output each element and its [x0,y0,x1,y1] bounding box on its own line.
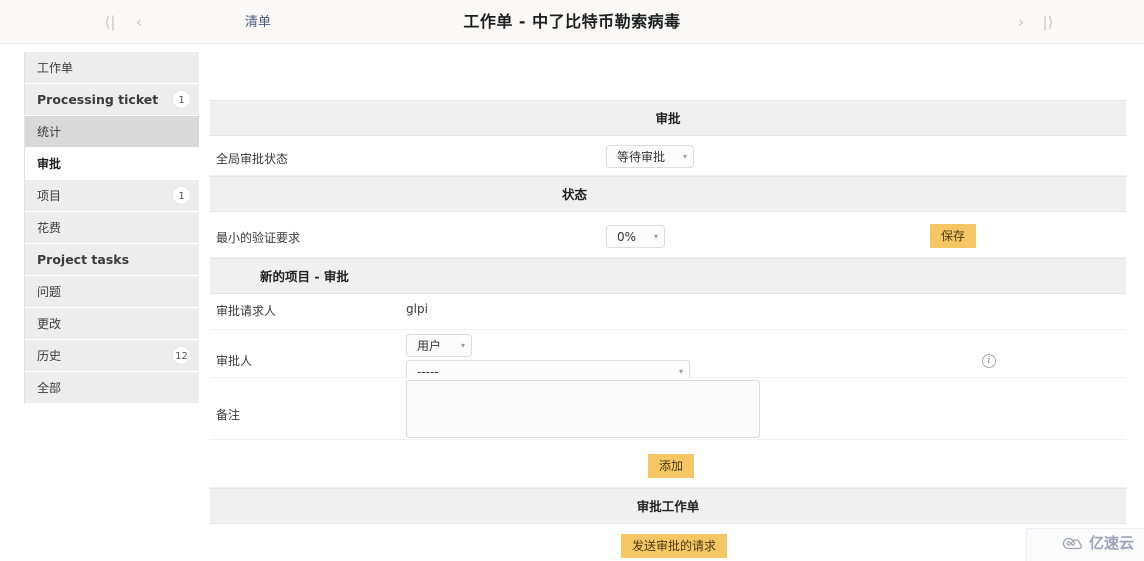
sidebar-item-4[interactable]: 项目 1 [25,180,199,212]
sidebar-item-6[interactable]: Project tasks [25,244,199,276]
section-header-approval: 审批 [210,100,1126,136]
sidebar-item-label: Processing ticket [37,92,159,107]
section-header-new-item-approval: 新的项目 - 审批 [210,258,1126,294]
main-content: 审批 全局审批状态 等待审批 ▾ 状态 最小的验证要求 0% ▾ 保存 新的项目… [210,100,1126,561]
sidebar-item-label: 全部 [37,381,62,395]
top-bar: ⟨| ‹ › |⟩ 清单 工作单 - 中了比特币勒索病毒 [0,0,1144,44]
sidebar-item-label: 问题 [37,285,62,299]
global-approval-status-select[interactable]: 等待审批 ▾ [606,145,694,168]
row-global-approval-status: 全局审批状态 等待审批 ▾ [210,136,1126,176]
row-approval-requester: 审批请求人 glpi [210,294,1126,330]
body-wrapper: 工作单 Processing ticket 1 统计 审批 项目 1 花费 Project ta… [0,44,1144,561]
sidebar-item-label: 工作单 [37,61,74,75]
sidebar-item-8[interactable]: 更改 [25,308,199,340]
global-approval-status-value: 等待审批 [617,150,666,164]
chevron-down-icon: ▾ [678,367,683,376]
label-notes: 备注 [216,408,241,422]
notes-textarea[interactable] [406,380,760,438]
sidebar-item-2[interactable]: 统计 [25,116,199,148]
row-notes: 备注 [210,378,1126,440]
watermark-background [1026,528,1144,561]
sidebar-item-7[interactable]: 问题 [25,276,199,308]
sidebar-item-9[interactable]: 历史 12 [25,340,199,372]
save-button[interactable]: 保存 [930,224,977,248]
sidebar-item-badge: 1 [172,186,191,205]
page-title: 工作单 - 中了比特币勒索病毒 [463,12,681,31]
sidebar-item-label: 项目 [37,189,62,203]
label-approval-requester: 审批请求人 [216,304,277,318]
approval-requester-value: glpi [406,302,428,316]
row-min-validation: 最小的验证要求 0% ▾ 保存 [210,212,1126,258]
row-approver: 审批人 用户 ▾ ----- ▾ i [210,330,1126,383]
sidebar-item-10[interactable]: 全部 [25,372,199,404]
chevron-down-icon: ▾ [682,152,687,161]
sidebar-item-0[interactable]: 工作单 [25,52,199,84]
send-approval-request-button[interactable]: 发送审批的请求 [621,534,728,558]
sidebar-item-label: 统计 [37,125,62,139]
sidebar-item-label: 花费 [37,221,62,235]
sidebar-item-label: 更改 [37,317,62,331]
sidebar-item-1[interactable]: Processing ticket 1 [25,84,199,116]
section-header-status: 状态 [210,176,1126,212]
sidebar-item-label: Project tasks [37,252,130,267]
chevron-down-icon: ▾ [653,232,658,241]
add-button[interactable]: 添加 [648,454,695,478]
sidebar-item-5[interactable]: 花费 [25,212,199,244]
sidebar: 工作单 Processing ticket 1 统计审批项目 1 花费 Project ta… [24,52,199,404]
sidebar-item-badge: 12 [172,346,191,365]
approver-type-value: 用户 [417,339,442,353]
section-header-approval-ticket: 审批工作单 [210,488,1126,524]
min-validation-select[interactable]: 0% ▾ [606,225,665,248]
row-send-request: 发送审批的请求 [210,524,1126,561]
label-global-approval-status: 全局审批状态 [216,152,289,166]
sidebar-item-label: 历史 [37,349,62,363]
approver-type-select[interactable]: 用户 ▾ [406,334,472,357]
min-validation-value: 0% [617,229,637,244]
label-approver: 审批人 [216,354,253,368]
sidebar-item-label: 审批 [37,157,62,171]
label-min-validation: 最小的验证要求 [216,231,301,245]
sidebar-item-3[interactable]: 审批 [25,148,199,180]
chevron-down-icon: ▾ [460,341,465,350]
row-add-button: 添加 [210,440,1126,488]
approver-target-value: ----- [417,364,439,379]
info-icon[interactable]: i [982,354,996,368]
sidebar-item-badge: 1 [172,90,191,109]
